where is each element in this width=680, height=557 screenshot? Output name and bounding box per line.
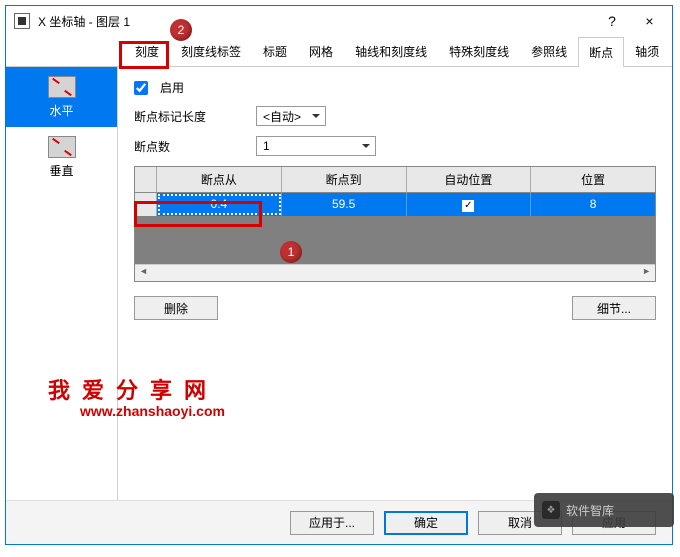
sidebar-item-label: 垂直 xyxy=(49,162,73,179)
col-header-from[interactable]: 断点从 xyxy=(157,167,282,193)
tab-line-ticks[interactable]: 轴线和刻度线 xyxy=(344,36,438,66)
tab-bar: 刻度 刻度线标签 标题 网格 轴线和刻度线 特殊刻度线 参照线 断点 轴须 xyxy=(6,36,672,67)
sidebar-item-label: 水平 xyxy=(49,102,73,119)
title-bar: X 坐标轴 - 图层 1 ? × xyxy=(6,6,672,36)
cell-pos[interactable]: 8 xyxy=(531,193,655,216)
axis-sidebar: 水平 垂直 xyxy=(6,67,118,500)
col-header-to[interactable]: 断点到 xyxy=(282,167,407,193)
breaks-table: 断点从 断点到 自动位置 位置 0.4 59.5 ✓ 8 xyxy=(134,166,656,282)
ok-button[interactable]: 确定 xyxy=(384,511,468,535)
tab-breaks[interactable]: 断点 xyxy=(578,37,624,67)
tab-rug[interactable]: 轴须 xyxy=(624,36,670,66)
marker-length-select[interactable]: <自动> xyxy=(256,106,326,126)
tab-special-ticks[interactable]: 特殊刻度线 xyxy=(438,36,520,66)
tab-reference-lines[interactable]: 参照线 xyxy=(520,36,578,66)
enable-label: 启用 xyxy=(160,79,184,96)
col-header-pos[interactable]: 位置 xyxy=(531,167,655,193)
cell-from[interactable]: 0.4 xyxy=(157,193,282,216)
sidebar-item-horizontal[interactable]: 水平 xyxy=(6,67,117,127)
enable-checkbox[interactable] xyxy=(134,81,148,95)
sidebar-item-vertical[interactable]: 垂直 xyxy=(6,127,117,187)
col-header-blank xyxy=(135,167,157,193)
help-button[interactable]: ? xyxy=(597,6,627,36)
watermark-url: www.zhanshaoyi.com xyxy=(80,403,225,419)
close-button[interactable]: × xyxy=(627,6,672,36)
wechat-icon: ❖ xyxy=(542,501,560,519)
app-icon xyxy=(14,13,30,29)
vertical-axis-icon xyxy=(48,136,76,158)
toast-notification: ❖ 软件智库 xyxy=(534,493,674,527)
main-panel: 启用 断点标记长度 <自动> 断点数 1 断点从 断点到 自动位置 位置 xyxy=(118,67,672,500)
callout-badge-1: 1 xyxy=(280,241,302,263)
cell-auto[interactable]: ✓ xyxy=(407,193,532,216)
watermark-text: 我爱分享网 xyxy=(48,373,218,405)
apply-to-button[interactable]: 应用于... xyxy=(290,511,374,535)
marker-length-label: 断点标记长度 xyxy=(134,108,244,125)
delete-button[interactable]: 删除 xyxy=(134,296,218,320)
col-header-auto[interactable]: 自动位置 xyxy=(407,167,532,193)
row-header xyxy=(135,193,157,216)
table-hscroll[interactable] xyxy=(135,264,655,281)
tab-title[interactable]: 标题 xyxy=(252,36,298,66)
tab-scale[interactable]: 刻度 xyxy=(124,36,170,66)
break-count-label: 断点数 xyxy=(134,138,244,155)
cell-to[interactable]: 59.5 xyxy=(282,193,407,216)
toast-text: 软件智库 xyxy=(566,502,614,519)
callout-badge-2: 2 xyxy=(170,19,192,41)
break-count-select[interactable]: 1 xyxy=(256,136,376,156)
tab-grid[interactable]: 网格 xyxy=(298,36,344,66)
horizontal-axis-icon xyxy=(48,76,76,98)
table-empty-area xyxy=(135,216,655,264)
table-row[interactable]: 0.4 59.5 ✓ 8 xyxy=(135,193,655,216)
details-button[interactable]: 细节... xyxy=(572,296,656,320)
window-title: X 坐标轴 - 图层 1 xyxy=(38,13,597,30)
